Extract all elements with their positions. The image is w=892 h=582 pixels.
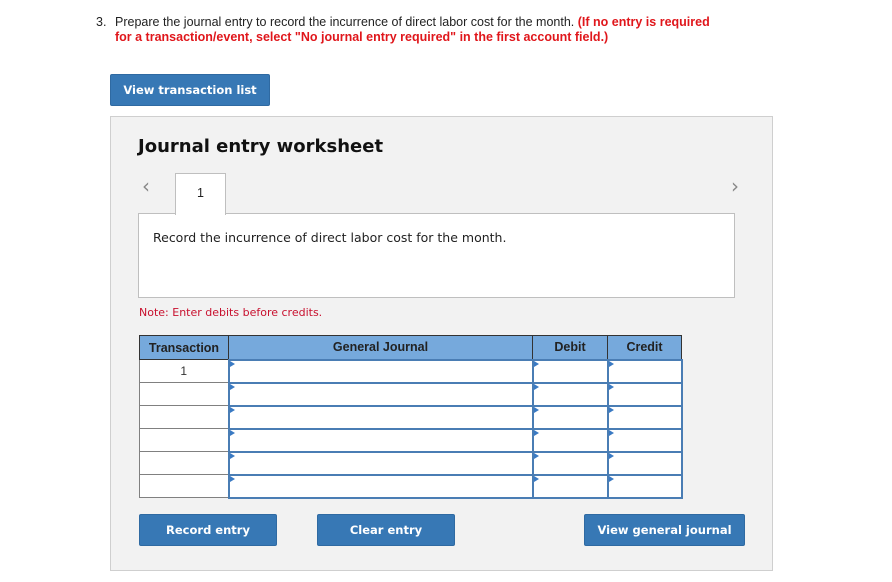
debit-input[interactable] xyxy=(531,450,609,476)
account-select[interactable] xyxy=(227,358,534,384)
debit-input[interactable] xyxy=(531,404,609,430)
transaction-description-box: Record the incurrence of direct labor co… xyxy=(138,213,735,298)
entry-note: Note: Enter debits before credits. xyxy=(139,306,323,319)
transaction-cell xyxy=(139,382,229,406)
credit-input[interactable] xyxy=(606,381,683,407)
chevron-right-icon[interactable]: › xyxy=(731,174,739,198)
table-row xyxy=(139,381,683,407)
debit-input[interactable] xyxy=(531,473,609,499)
transaction-description: Record the incurrence of direct labor co… xyxy=(153,230,507,245)
tab-transaction-1[interactable]: 1 xyxy=(175,173,226,215)
debit-input[interactable] xyxy=(531,381,609,407)
transaction-cell: 1 xyxy=(139,359,229,383)
chevron-left-icon[interactable]: ‹ xyxy=(142,174,150,198)
journal-entry-table: Transaction General Journal Debit Credit… xyxy=(139,335,683,499)
credit-input[interactable] xyxy=(606,427,683,453)
credit-input[interactable] xyxy=(606,358,683,384)
question-body: Prepare the journal entry to record the … xyxy=(115,15,578,29)
table-row xyxy=(139,473,683,499)
table-header-row: Transaction General Journal Debit Credit xyxy=(139,335,682,360)
header-transaction: Transaction xyxy=(139,335,229,360)
header-general-journal: General Journal xyxy=(228,335,533,360)
credit-input[interactable] xyxy=(606,450,683,476)
view-transaction-list-button[interactable]: View transaction list xyxy=(110,74,270,106)
table-row xyxy=(139,404,683,430)
debit-input[interactable] xyxy=(531,427,609,453)
account-select[interactable] xyxy=(227,473,534,499)
table-row xyxy=(139,427,683,453)
transaction-cell xyxy=(139,405,229,429)
question-text: Prepare the journal entry to record the … xyxy=(115,15,715,45)
credit-input[interactable] xyxy=(606,404,683,430)
question-number: 3. xyxy=(96,15,107,29)
debit-input[interactable] xyxy=(531,358,609,384)
account-select[interactable] xyxy=(227,381,534,407)
account-select[interactable] xyxy=(227,450,534,476)
worksheet-title: Journal entry worksheet xyxy=(138,136,384,157)
table-row xyxy=(139,450,683,476)
header-debit: Debit xyxy=(532,335,608,360)
credit-input[interactable] xyxy=(606,473,683,499)
clear-entry-button[interactable]: Clear entry xyxy=(317,514,455,546)
table-row: 1 xyxy=(139,358,683,384)
transaction-cell xyxy=(139,451,229,475)
transaction-cell xyxy=(139,474,229,498)
account-select[interactable] xyxy=(227,427,534,453)
account-select[interactable] xyxy=(227,404,534,430)
transaction-cell xyxy=(139,428,229,452)
record-entry-button[interactable]: Record entry xyxy=(139,514,277,546)
header-credit: Credit xyxy=(607,335,682,360)
view-general-journal-button[interactable]: View general journal xyxy=(584,514,745,546)
